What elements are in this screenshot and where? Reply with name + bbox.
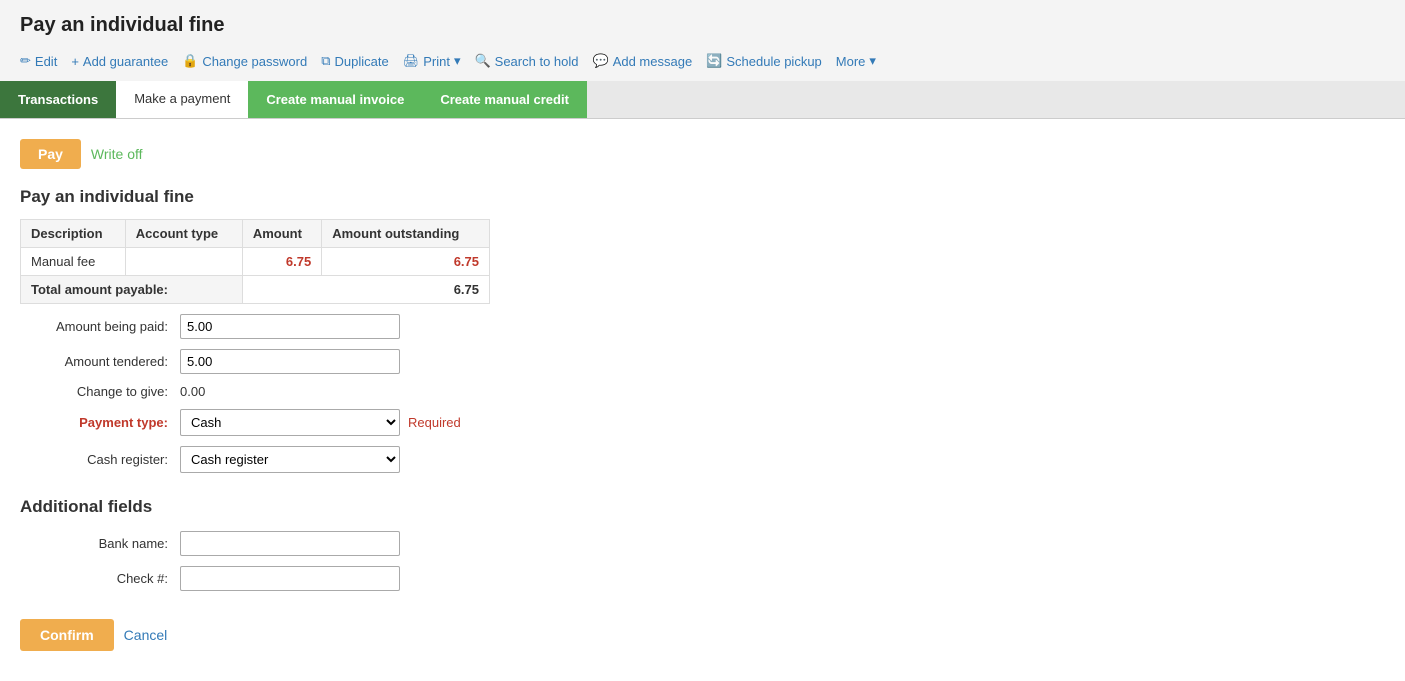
amount-being-paid-row: Amount being paid: xyxy=(20,314,1375,339)
content-area: Pay Write off Pay an individual fine Des… xyxy=(0,119,1405,681)
duplicate-icon: ⧉ xyxy=(321,53,330,69)
check-input[interactable] xyxy=(180,566,400,591)
page-title: Pay an individual fine xyxy=(20,14,1385,37)
refresh-icon: 🔄 xyxy=(706,53,722,69)
edit-button[interactable]: ✏ Edit xyxy=(20,53,57,69)
row-account-type xyxy=(125,248,242,276)
col-description: Description xyxy=(21,220,126,248)
change-to-give-label: Change to give: xyxy=(20,384,180,399)
row-outstanding: 6.75 xyxy=(322,248,490,276)
change-to-give-value: 0.00 xyxy=(180,384,205,399)
total-row: Total amount payable: 6.75 xyxy=(21,276,490,304)
bank-name-label: Bank name: xyxy=(20,536,180,551)
pay-button[interactable]: Pay xyxy=(20,139,81,169)
change-password-button[interactable]: 🔒 Change password xyxy=(182,53,307,69)
tabs-bar: Transactions Make a payment Create manua… xyxy=(0,81,1405,119)
table-row: Manual fee 6.75 6.75 xyxy=(21,248,490,276)
payment-type-row: Payment type: Cash Check Credit card Deb… xyxy=(20,409,1375,436)
edit-icon: ✏ xyxy=(20,53,31,69)
amount-tendered-label: Amount tendered: xyxy=(20,354,180,369)
message-icon: 💬 xyxy=(593,53,609,69)
print-button[interactable]: 🖨 Print ▾ xyxy=(403,53,461,69)
confirm-area: Confirm Cancel xyxy=(20,619,1375,651)
check-row: Check #: xyxy=(20,566,1375,591)
amount-tendered-row: Amount tendered: xyxy=(20,349,1375,374)
cash-register-label: Cash register: xyxy=(20,452,180,467)
fine-table: Description Account type Amount Amount o… xyxy=(20,219,490,304)
payment-form: Amount being paid: Amount tendered: Chan… xyxy=(20,314,1375,473)
amount-being-paid-input[interactable] xyxy=(180,314,400,339)
print-icon: 🖨 xyxy=(403,53,420,69)
tab-make-a-payment[interactable]: Make a payment xyxy=(116,81,248,118)
toolbar: ✏ Edit + Add guarantee 🔒 Change password… xyxy=(20,47,1385,75)
col-account-type: Account type xyxy=(125,220,242,248)
cash-register-row: Cash register: Cash register xyxy=(20,446,1375,473)
check-label: Check #: xyxy=(20,571,180,586)
row-amount: 6.75 xyxy=(242,248,321,276)
add-message-button[interactable]: 💬 Add message xyxy=(593,53,693,69)
change-to-give-row: Change to give: 0.00 xyxy=(20,384,1375,399)
form-section-title: Pay an individual fine xyxy=(20,187,1375,207)
duplicate-button[interactable]: ⧉ Duplicate xyxy=(321,53,389,69)
search-to-hold-button[interactable]: 🔍 Search to hold xyxy=(474,53,578,69)
more-button[interactable]: More ▾ xyxy=(836,53,876,69)
additional-fields-form: Bank name: Check #: xyxy=(20,531,1375,591)
additional-fields-title: Additional fields xyxy=(20,497,1375,517)
payment-type-required: Required xyxy=(408,415,461,430)
col-amount: Amount xyxy=(242,220,321,248)
payment-type-select[interactable]: Cash Check Credit card Debit card xyxy=(180,409,400,436)
cash-register-select[interactable]: Cash register xyxy=(180,446,400,473)
amount-tendered-input[interactable] xyxy=(180,349,400,374)
tab-create-manual-invoice[interactable]: Create manual invoice xyxy=(248,81,422,118)
row-description: Manual fee xyxy=(21,248,126,276)
total-label: Total amount payable: xyxy=(21,276,243,304)
lock-icon: 🔒 xyxy=(182,53,198,69)
payment-type-label: Payment type: xyxy=(20,415,180,430)
confirm-button[interactable]: Confirm xyxy=(20,619,114,651)
plus-icon: + xyxy=(71,54,79,69)
col-outstanding: Amount outstanding xyxy=(322,220,490,248)
print-chevron-icon: ▾ xyxy=(454,53,461,69)
write-off-button[interactable]: Write off xyxy=(91,146,143,162)
tab-transactions[interactable]: Transactions xyxy=(0,81,116,118)
bank-name-row: Bank name: xyxy=(20,531,1375,556)
search-icon: 🔍 xyxy=(474,53,490,69)
add-guarantee-button[interactable]: + Add guarantee xyxy=(71,54,168,69)
pay-actions: Pay Write off xyxy=(20,139,1375,169)
more-chevron-icon: ▾ xyxy=(869,53,876,69)
total-value: 6.75 xyxy=(242,276,489,304)
amount-being-paid-label: Amount being paid: xyxy=(20,319,180,334)
cancel-button[interactable]: Cancel xyxy=(124,627,168,643)
tab-create-manual-credit[interactable]: Create manual credit xyxy=(422,81,587,118)
schedule-pickup-button[interactable]: 🔄 Schedule pickup xyxy=(706,53,822,69)
bank-name-input[interactable] xyxy=(180,531,400,556)
